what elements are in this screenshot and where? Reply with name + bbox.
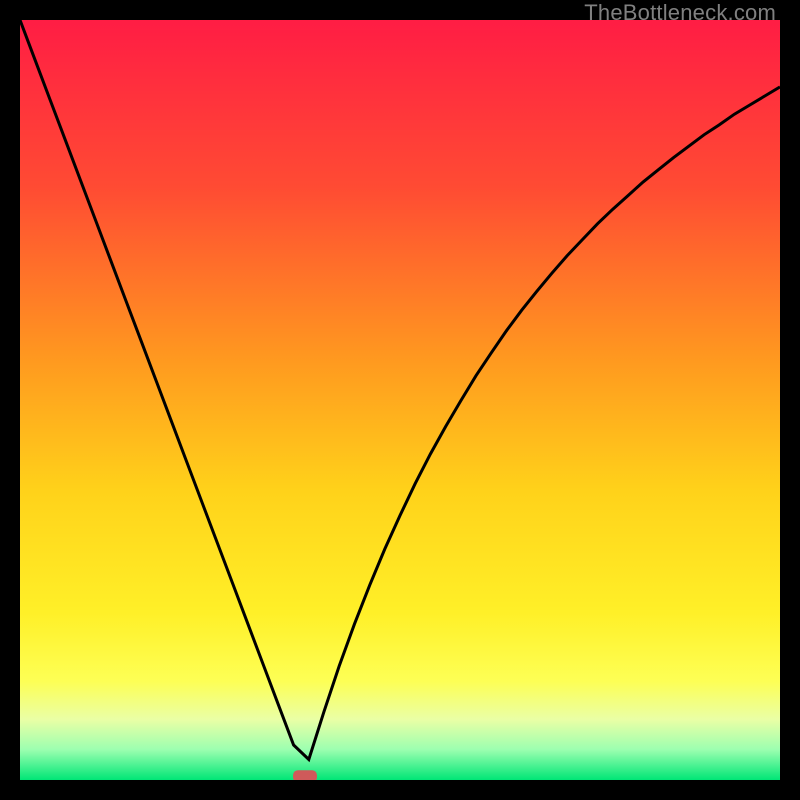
chart-frame: [20, 20, 780, 780]
bottleneck-chart: [20, 20, 780, 780]
chart-background: [20, 20, 780, 780]
optimal-marker: [293, 770, 317, 780]
